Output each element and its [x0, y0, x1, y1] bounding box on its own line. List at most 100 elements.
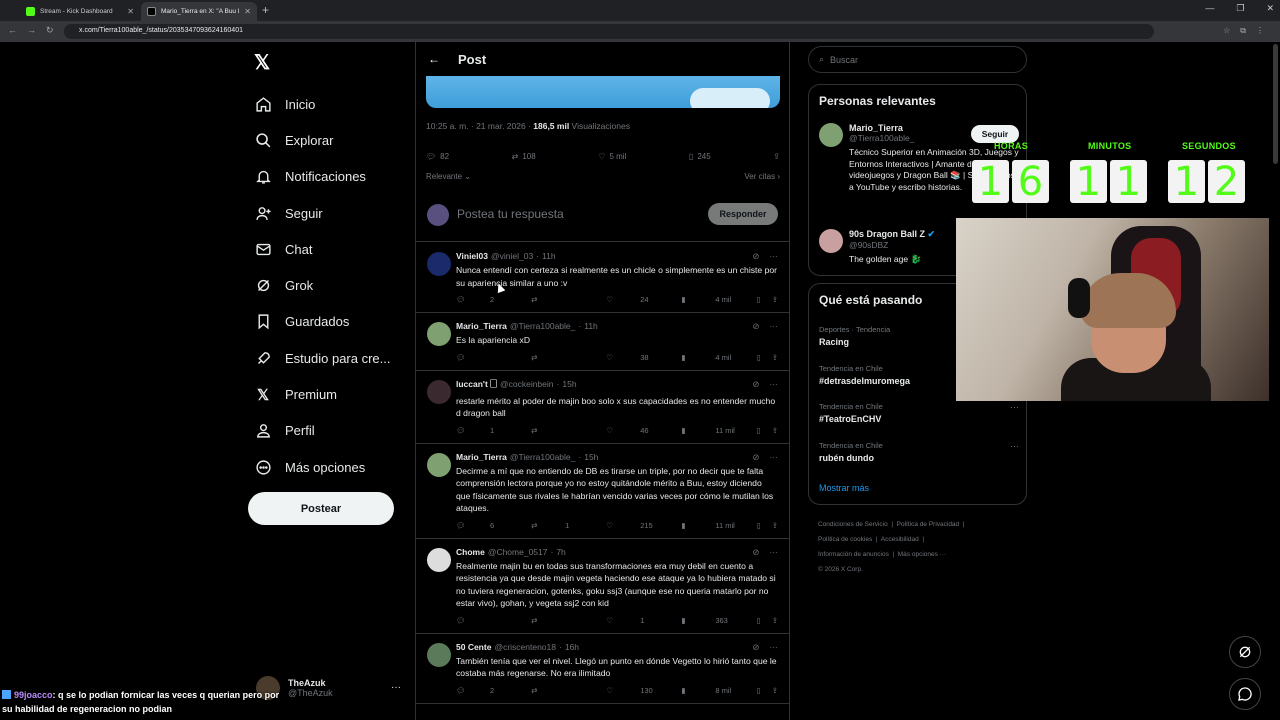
- reply-action[interactable]: 💬︎: [456, 353, 520, 362]
- reply-action[interactable]: 💬︎ 6: [456, 521, 520, 530]
- more-icon[interactable]: ···: [770, 379, 779, 393]
- nav-item-home[interactable]: Inicio: [254, 86, 391, 122]
- more-icon[interactable]: ···: [1010, 441, 1019, 451]
- trend-item[interactable]: Tendencia en Chile rubén dundo ···: [819, 441, 1019, 463]
- avatar[interactable]: [427, 547, 451, 572]
- grok-icon[interactable]: ⊘: [752, 642, 759, 653]
- repost-action[interactable]: ⇄: [531, 295, 595, 304]
- reply-stat[interactable]: 💬︎ 82: [426, 152, 449, 161]
- grok-icon[interactable]: ⊘: [752, 452, 759, 463]
- messages-float-button[interactable]: [1229, 678, 1261, 710]
- menu-icon[interactable]: ⋮: [1256, 26, 1264, 36]
- avatar[interactable]: [427, 642, 451, 667]
- nav-item-premium[interactable]: 𝕏 Premium: [254, 376, 391, 412]
- tab-kick-dashboard[interactable]: Stream - Kick Dashboard ✕: [20, 2, 140, 21]
- like-action[interactable]: ♡ 1: [606, 616, 670, 625]
- share-icon[interactable]: ⇪: [772, 295, 778, 304]
- reply-author-name[interactable]: Viniel03: [456, 251, 488, 262]
- repost-action[interactable]: ⇄: [531, 353, 595, 362]
- more-icon[interactable]: ···: [770, 452, 779, 463]
- bookmark-icon[interactable]: ▯: [756, 686, 760, 695]
- extensions-icon[interactable]: ⧉: [1240, 26, 1246, 36]
- nav-item-grok[interactable]: Grok: [254, 267, 391, 303]
- bookmark-icon[interactable]: ▯: [756, 616, 760, 625]
- reply-item[interactable]: 50 Cente @criscenteno18 · 16h ⊘ ··· Tambi…: [416, 634, 789, 704]
- like-stat[interactable]: ♡ 5 mil: [598, 152, 626, 161]
- like-action[interactable]: ♡ 215: [606, 521, 670, 530]
- grok-icon[interactable]: ⊘: [752, 251, 759, 262]
- back-icon[interactable]: ←: [8, 25, 17, 36]
- like-action[interactable]: ♡ 46: [606, 426, 670, 435]
- maximize-icon[interactable]: ❐: [1236, 3, 1244, 14]
- nav-item-notifications[interactable]: Notificaciones: [254, 159, 391, 195]
- like-action[interactable]: ♡ 24: [606, 295, 670, 304]
- new-tab-icon[interactable]: +: [262, 3, 269, 17]
- repost-action[interactable]: ⇄: [531, 426, 595, 435]
- reply-author-name[interactable]: Chome: [456, 547, 485, 558]
- share-icon[interactable]: ⇪: [772, 426, 778, 435]
- reply-item[interactable]: Viniel03 @viniel_03 · 11h ⊘ ··· Nunca ent…: [416, 243, 789, 313]
- close-tab-icon[interactable]: ✕: [244, 7, 251, 16]
- reply-action[interactable]: 💬︎: [456, 616, 520, 625]
- post-media-image[interactable]: [426, 76, 780, 108]
- views-action[interactable]: ▮ 11 mil: [681, 521, 745, 530]
- views-action[interactable]: ▮ 4 mil: [681, 353, 745, 362]
- search-input[interactable]: ⌕ Buscar: [808, 46, 1027, 73]
- reply-author-name[interactable]: Mario_Tierra: [456, 321, 507, 332]
- avatar[interactable]: [427, 252, 451, 276]
- views-action[interactable]: ▮ 363: [681, 616, 745, 625]
- views-action[interactable]: ▮ 8 mil: [681, 686, 745, 695]
- reply-author-name[interactable]: Mario_Tierra: [456, 452, 507, 463]
- avatar[interactable]: [427, 452, 451, 477]
- repost-action[interactable]: ⇄: [531, 616, 595, 625]
- close-tab-icon[interactable]: ✕: [127, 7, 134, 16]
- reply-action[interactable]: 💬︎ 2: [456, 295, 520, 304]
- footer-link[interactable]: Información de anuncios: [818, 551, 889, 558]
- reply-item[interactable]: Chome @Chome_0517 · 7h ⊘ ··· Realmente ma…: [416, 539, 789, 634]
- more-icon[interactable]: ···: [770, 547, 779, 558]
- grok-icon[interactable]: ⊘: [752, 547, 759, 558]
- share-icon[interactable]: ⇪: [772, 686, 778, 695]
- nav-item-chat[interactable]: Chat: [254, 231, 391, 267]
- post-button[interactable]: Postear: [248, 492, 394, 525]
- sort-dropdown[interactable]: Relevante ⌄: [426, 172, 471, 181]
- minimize-icon[interactable]: —: [1205, 3, 1214, 14]
- repost-stat[interactable]: ⇄ 108: [512, 152, 536, 161]
- more-icon[interactable]: ···: [770, 642, 779, 653]
- avatar[interactable]: [427, 322, 451, 346]
- nav-item-bookmarks[interactable]: Guardados: [254, 304, 391, 340]
- x-logo-icon[interactable]: 𝕏: [254, 50, 270, 75]
- footer-link[interactable]: Política de Privacidad: [897, 521, 960, 528]
- close-window-icon[interactable]: ✕: [1266, 3, 1274, 14]
- nav-item-explore[interactable]: Explorar: [254, 122, 391, 158]
- share-icon[interactable]: ⇪: [773, 152, 780, 161]
- nav-item-more-options[interactable]: Más opciones: [254, 449, 391, 485]
- like-action[interactable]: ♡ 38: [606, 353, 670, 362]
- reply-author-name[interactable]: luccan't 🗌: [456, 379, 497, 393]
- trend-item[interactable]: Tendencia en Chile #TeatroEnCHV ···: [819, 402, 1019, 424]
- back-arrow-icon[interactable]: ←: [428, 52, 440, 66]
- quotes-link[interactable]: Ver citas ›: [744, 172, 780, 181]
- avatar[interactable]: [427, 379, 451, 404]
- like-action[interactable]: ♡ 130: [606, 686, 670, 695]
- url-field[interactable]: x.com/Tierra100able_/status/203534709362…: [64, 24, 1154, 39]
- bookmark-icon[interactable]: ▯: [756, 521, 760, 530]
- nav-item-profile[interactable]: Perfil: [254, 413, 391, 449]
- scrollbar[interactable]: [1273, 44, 1278, 164]
- footer-link[interactable]: Condiciones de Servicio: [818, 521, 888, 528]
- more-icon[interactable]: ···: [770, 251, 779, 262]
- bookmark-star-icon[interactable]: ☆: [1223, 26, 1230, 36]
- bookmark-stat[interactable]: ▯ 245: [689, 152, 711, 161]
- nav-item-creator-studio[interactable]: Estudio para cre...: [254, 340, 391, 376]
- grok-icon[interactable]: ⊘: [752, 321, 759, 332]
- reload-icon[interactable]: ↻: [46, 25, 54, 36]
- show-more-link[interactable]: Mostrar más: [819, 483, 869, 493]
- share-icon[interactable]: ⇪: [772, 521, 778, 530]
- footer-link[interactable]: Más opciones ···: [898, 551, 946, 558]
- tab-x-post[interactable]: Mario_Tierra en X: "A Buu le h ✕: [141, 2, 257, 21]
- forward-icon[interactable]: →: [27, 25, 36, 36]
- more-icon[interactable]: ···: [770, 321, 779, 332]
- reply-author-name[interactable]: 50 Cente: [456, 642, 491, 653]
- reply-button[interactable]: Responder: [708, 203, 778, 225]
- repost-action[interactable]: ⇄: [531, 686, 595, 695]
